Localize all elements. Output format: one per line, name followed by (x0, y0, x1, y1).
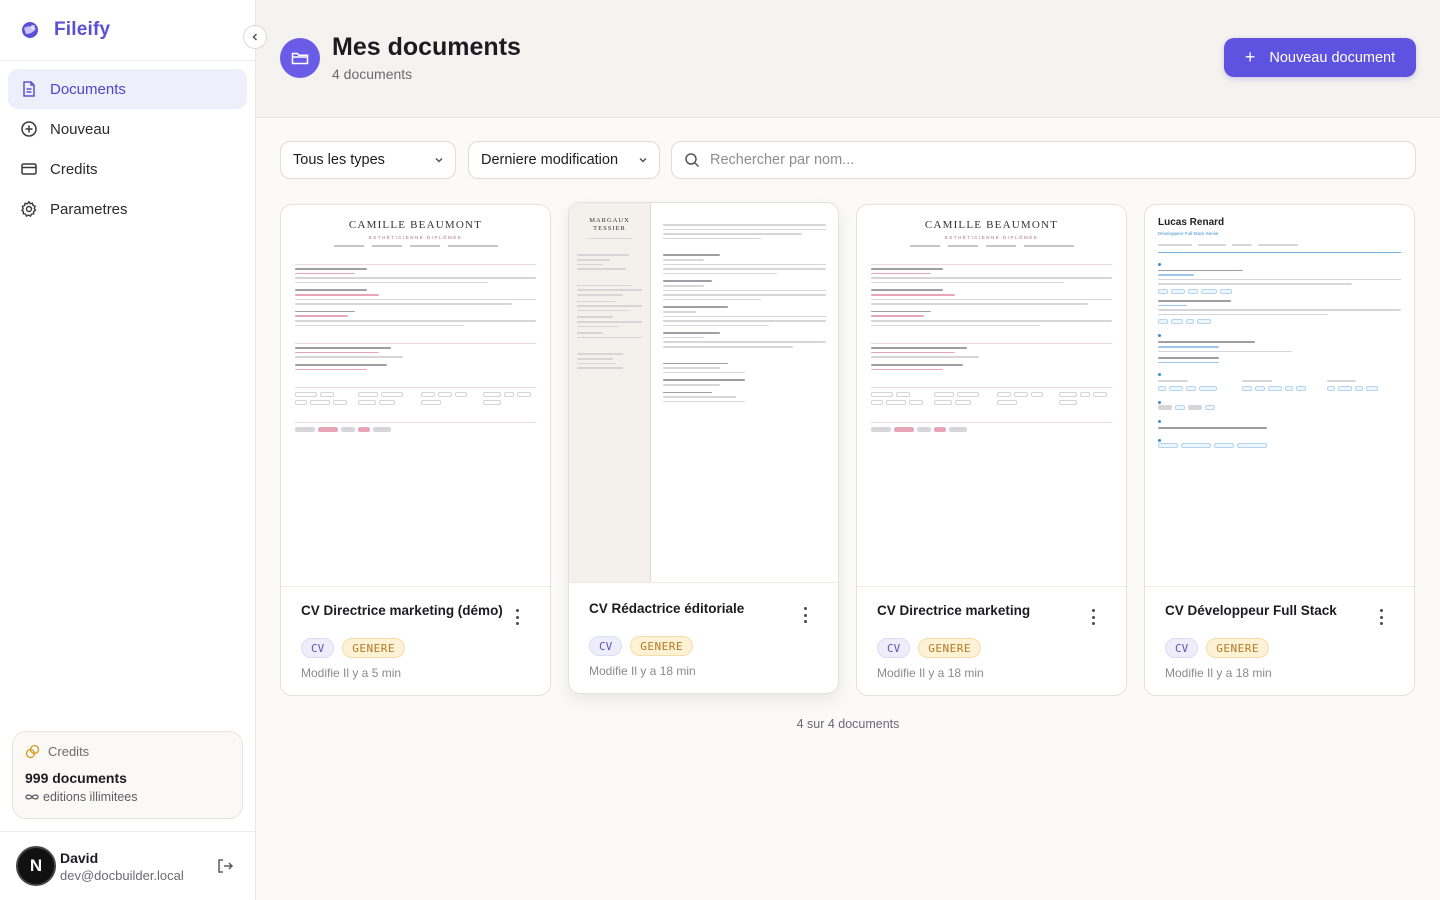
status-badge: GENERE (342, 638, 405, 658)
sidebar: Fileify Documents Nouveau Credits Parame… (0, 0, 256, 900)
user-bar: N David dev@docbuilder.local (0, 831, 256, 900)
type-badge: CV (877, 638, 911, 658)
more-options-icon[interactable] (510, 609, 524, 625)
credits-card: Credits 999 documents editions illimitee… (12, 731, 243, 819)
credit-card-icon (20, 160, 38, 178)
document-preview[interactable]: CAMILLE BEAUMONT ESTHÉTICIENNE DIPLÔMÉE (857, 205, 1126, 587)
page-header: Mes documents 4 documents + Nouveau docu… (256, 0, 1440, 118)
plus-circle-icon (20, 120, 38, 138)
search-icon (684, 152, 700, 168)
brand-name: Fileify (54, 19, 111, 40)
chevron-left-icon (252, 33, 258, 41)
sort-value: Derniere modification (481, 152, 619, 168)
document-title[interactable]: CV Développeur Full Stack (1165, 603, 1337, 618)
new-document-button[interactable]: + Nouveau document (1224, 38, 1416, 77)
preview-role: ESTHÉTICIENNE DIPLÔMÉE (368, 235, 463, 240)
search-input[interactable] (710, 152, 1390, 168)
document-card[interactable]: CAMILLE BEAUMONT ESTHÉTICIENNE DIPLÔMÉE … (280, 204, 551, 696)
preview-role: ESTHÉTICIENNE DIPLÔMÉE (944, 235, 1039, 240)
document-preview[interactable]: Lucas Renard Développeur Full Stack Seni… (1145, 205, 1414, 587)
type-filter-select[interactable]: Tous les types (280, 141, 456, 179)
infinity-icon (25, 793, 39, 801)
preview-name: Lucas Renard (1158, 217, 1225, 228)
brand-logo-icon (22, 22, 38, 38)
status-badge: GENERE (630, 636, 693, 656)
modified-time: Modifie Il y a 18 min (589, 664, 696, 678)
document-preview[interactable]: CAMILLE BEAUMONT ESTHÉTICIENNE DIPLÔMÉE (281, 205, 550, 587)
page-title: Mes documents (332, 33, 521, 61)
more-options-icon[interactable] (1086, 609, 1100, 625)
new-document-label: Nouveau document (1269, 49, 1396, 66)
modified-time: Modifie Il y a 18 min (877, 666, 984, 680)
credits-subtitle: editions illimitees (43, 790, 138, 804)
sidebar-item-documents[interactable]: Documents (8, 69, 247, 109)
sidebar-item-label: Documents (50, 80, 126, 98)
more-options-icon[interactable] (1374, 609, 1388, 625)
document-title[interactable]: CV Directrice marketing (877, 603, 1030, 618)
document-preview[interactable]: MARGAUX TESSIER (569, 203, 838, 583)
type-badge: CV (589, 636, 623, 656)
type-badge: CV (1165, 638, 1199, 658)
type-badge: CV (301, 638, 335, 658)
sidebar-nav: Documents Nouveau Credits Parametres (0, 61, 255, 237)
preview-role: Développeur Full Stack Senior (1158, 231, 1219, 236)
modified-time: Modifie Il y a 5 min (301, 666, 402, 680)
sidebar-item-label: Credits (50, 160, 98, 178)
preview-name: CAMILLE BEAUMONT (348, 219, 483, 231)
chevron-down-icon (637, 154, 649, 166)
credits-count: 999 documents (25, 770, 127, 786)
collapse-sidebar-button[interactable] (243, 25, 267, 49)
document-card[interactable]: CAMILLE BEAUMONT ESTHÉTICIENNE DIPLÔMÉE … (856, 204, 1127, 696)
preview-name: MARGAUX TESSIER (589, 217, 630, 233)
status-badge: GENERE (918, 638, 981, 658)
sidebar-item-label: Parametres (50, 200, 128, 218)
document-card[interactable]: Lucas Renard Développeur Full Stack Seni… (1144, 204, 1415, 696)
search-box (671, 141, 1416, 179)
user-email: dev@docbuilder.local (60, 867, 184, 883)
sidebar-item-parametres[interactable]: Parametres (8, 189, 247, 229)
logout-icon[interactable] (216, 857, 234, 875)
avatar[interactable]: N (16, 846, 56, 886)
plus-icon: + (1244, 47, 1256, 67)
gear-icon (20, 200, 38, 218)
coins-icon (25, 744, 40, 759)
sort-select[interactable]: Derniere modification (468, 141, 660, 179)
sidebar-item-nouveau[interactable]: Nouveau (8, 109, 247, 149)
modified-time: Modifie Il y a 18 min (1165, 666, 1272, 680)
pagination-summary: 4 sur 4 documents (796, 717, 900, 731)
credits-title: Credits (48, 744, 90, 759)
user-name: David (60, 849, 99, 866)
more-options-icon[interactable] (798, 607, 812, 623)
file-text-icon (20, 80, 38, 98)
preview-name: CAMILLE BEAUMONT (924, 219, 1059, 231)
sidebar-item-label: Nouveau (50, 120, 111, 138)
document-count: 4 documents (332, 66, 413, 82)
folder-icon (280, 38, 320, 78)
chevron-down-icon (433, 154, 445, 166)
brand[interactable]: Fileify (0, 0, 255, 61)
type-filter-value: Tous les types (293, 152, 385, 168)
sidebar-item-credits[interactable]: Credits (8, 149, 247, 189)
status-badge: GENERE (1206, 638, 1269, 658)
document-title[interactable]: CV Rédactrice éditoriale (589, 601, 744, 616)
document-card[interactable]: MARGAUX TESSIER CV Rédactrice éditoriale… (568, 202, 839, 694)
document-title[interactable]: CV Directrice marketing (démo) (301, 603, 503, 618)
